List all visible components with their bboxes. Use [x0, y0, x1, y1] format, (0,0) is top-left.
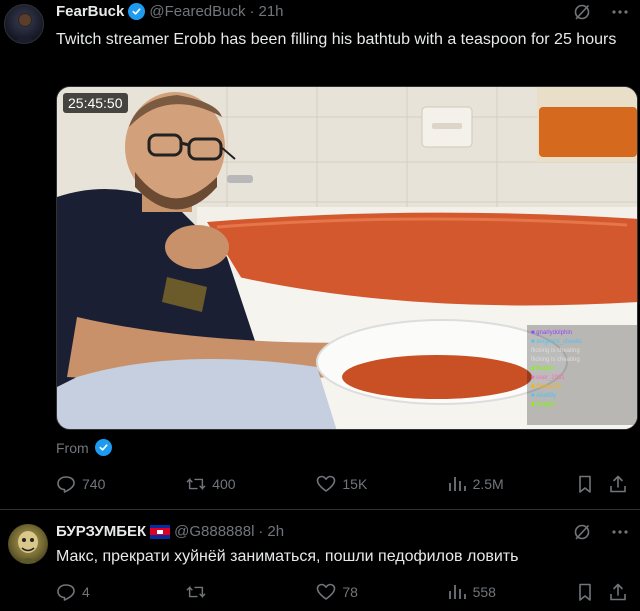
author-avatar[interactable]: [8, 524, 48, 564]
source-attribution[interactable]: From: [56, 439, 112, 456]
like-icon: [316, 582, 336, 602]
share-icon: [608, 474, 628, 494]
video-frame-image: ■ gnarlydolphin ■ sergeant_cheeks flicki…: [57, 87, 637, 429]
grok-icon[interactable]: [572, 2, 592, 22]
tweet-header: FearBuck @FearedBuck · 21h: [56, 3, 284, 20]
views-button[interactable]: 558: [447, 582, 575, 602]
like-button[interactable]: 78: [316, 582, 446, 602]
svg-text:■ gnarlydolphin: ■ gnarlydolphin: [531, 330, 572, 336]
views-count: 558: [472, 584, 496, 600]
views-icon: [447, 582, 467, 602]
share-icon: [608, 582, 628, 602]
repost-icon: [186, 474, 206, 494]
repost-count: 400: [212, 476, 236, 492]
views-button[interactable]: 2.5M: [447, 474, 575, 494]
bookmark-button[interactable]: [575, 582, 609, 602]
bookmark-icon: [575, 474, 595, 494]
tweet-reply[interactable]: БУРЗУМБЕК @G888888l · 2h Макс, прекрати …: [0, 510, 640, 611]
views-count: 2.5M: [472, 476, 504, 492]
like-icon: [316, 474, 336, 494]
like-button[interactable]: 15K: [316, 474, 446, 494]
svg-text:■ Aba69y: ■ Aba69y: [531, 393, 556, 399]
from-label: From: [56, 439, 89, 456]
svg-text:■ sergeant_cheeks: ■ sergeant_cheeks: [531, 339, 582, 345]
author-handle[interactable]: @G888888l: [174, 523, 254, 540]
views-icon: [447, 474, 467, 494]
bookmark-icon: [575, 582, 595, 602]
tweet-action-bar: 740 400 15K 2.5M: [56, 474, 632, 494]
svg-text:flicking is cheating: flicking is cheating: [531, 357, 580, 363]
author-name[interactable]: БУРЗУМБЕК: [56, 523, 146, 540]
more-icon[interactable]: [610, 2, 630, 22]
tweet-video[interactable]: ■ gnarlydolphin ■ sergeant_cheeks flicki…: [56, 86, 638, 430]
share-button[interactable]: [608, 474, 632, 494]
tweet-header-actions: [572, 2, 630, 22]
separator-dot: ·: [249, 3, 255, 20]
svg-text:■ Good_Zc: ■ Good_Zc: [531, 384, 561, 390]
bookmark-button[interactable]: [575, 474, 609, 494]
separator-dot: ·: [258, 523, 264, 540]
grok-icon[interactable]: [572, 522, 592, 542]
author-avatar[interactable]: [4, 4, 44, 44]
reply-button[interactable]: 740: [56, 474, 186, 494]
svg-text:■ user_2931: ■ user_2931: [531, 375, 565, 381]
cambodia-flag-icon: [150, 524, 171, 539]
tweet-text: Twitch streamer Erobb has been filling h…: [56, 31, 617, 48]
verified-badge-icon: [128, 3, 146, 20]
video-timer-label: 25:45:50: [63, 93, 128, 113]
repost-button[interactable]: [186, 582, 316, 602]
tweet-text: Макс, прекрати хуйнёй заниматься, пошли …: [56, 548, 519, 565]
tweet-header: БУРЗУМБЕК @G888888l · 2h: [56, 523, 284, 540]
like-count: 78: [342, 584, 358, 600]
reply-icon: [56, 474, 76, 494]
more-icon[interactable]: [610, 522, 630, 542]
reply-icon: [56, 582, 76, 602]
timestamp[interactable]: 21h: [258, 3, 283, 20]
tweet-action-bar: 4 78 558: [56, 582, 632, 602]
verified-badge-icon: [94, 439, 112, 456]
like-count: 15K: [342, 476, 368, 492]
svg-text:■ Hugimi: ■ Hugimi: [531, 402, 555, 408]
repost-button[interactable]: 400: [186, 474, 316, 494]
timestamp[interactable]: 2h: [267, 523, 284, 540]
author-handle[interactable]: @FearedBuck: [149, 3, 245, 20]
author-name[interactable]: FearBuck: [56, 3, 124, 20]
reply-button[interactable]: 4: [56, 582, 186, 602]
repost-icon: [186, 582, 206, 602]
svg-text:■ Redmi: ■ Redmi: [531, 366, 554, 372]
reply-count: 740: [82, 476, 106, 492]
reply-count: 4: [82, 584, 90, 600]
tweet-main[interactable]: FearBuck @FearedBuck · 21h Twitch stream…: [0, 0, 640, 510]
svg-text:flicking is cheating: flicking is cheating: [531, 348, 580, 354]
share-button[interactable]: [608, 582, 632, 602]
tweet-header-actions: [572, 522, 630, 542]
